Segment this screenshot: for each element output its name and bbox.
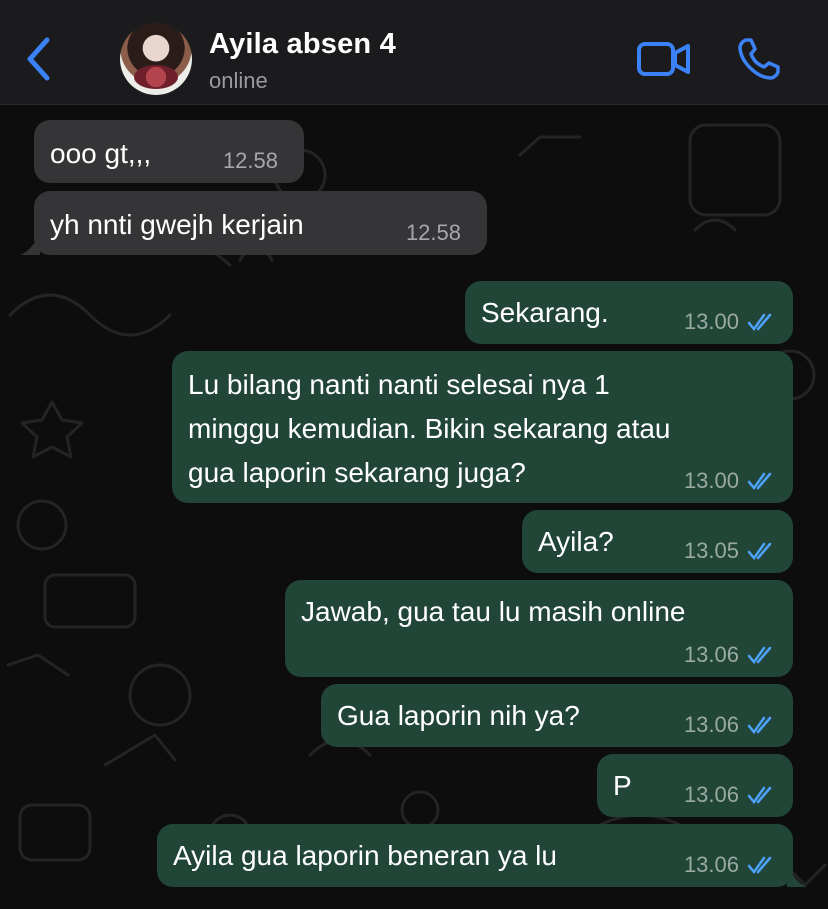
message-list[interactable]: ooo gt,,, 12.58 yh nnti gwejh kerjain 12… bbox=[0, 105, 828, 909]
double-tick-icon bbox=[747, 856, 772, 874]
message-bubble-outgoing[interactable]: Lu bilang nanti nanti selesai nya 1 ming… bbox=[172, 351, 793, 503]
message-time: 13.06 bbox=[683, 852, 739, 877]
contact-avatar[interactable] bbox=[120, 23, 192, 95]
contact-name[interactable]: Ayila absen 4 bbox=[209, 28, 396, 61]
message-bubble-outgoing[interactable]: Sekarang. 13.00 bbox=[465, 281, 793, 344]
bubble-tail-icon bbox=[787, 867, 807, 887]
message-time: 12.58 bbox=[222, 148, 278, 173]
double-tick-icon bbox=[747, 646, 772, 664]
chat-header: Ayila absen 4 online bbox=[0, 0, 828, 105]
double-tick-icon bbox=[747, 542, 772, 560]
message-time: 13.06 bbox=[683, 642, 739, 667]
message-bubble-incoming[interactable]: yh nnti gwejh kerjain 12.58 bbox=[20, 191, 487, 255]
message-time: 13.00 bbox=[683, 309, 739, 334]
double-tick-icon bbox=[747, 786, 772, 804]
message-time: 13.06 bbox=[683, 712, 739, 737]
double-tick-icon bbox=[747, 313, 772, 331]
back-chevron-icon[interactable] bbox=[22, 36, 56, 82]
message-bubble-outgoing[interactable]: Ayila? 13.05 bbox=[522, 510, 793, 573]
message-time: 13.05 bbox=[683, 538, 739, 563]
message-bubble-outgoing[interactable]: Ayila gua laporin beneran ya lu 13.06 bbox=[157, 824, 807, 887]
message-bubble-outgoing[interactable]: P 13.06 bbox=[597, 754, 793, 817]
phone-call-icon[interactable] bbox=[736, 36, 782, 82]
message-text: Jawab, gua tau lu masih online bbox=[301, 596, 686, 627]
message-bubble-incoming[interactable]: ooo gt,,, 12.58 bbox=[34, 120, 304, 183]
contact-status: online bbox=[209, 68, 268, 93]
video-call-icon[interactable] bbox=[636, 36, 692, 82]
double-tick-icon bbox=[747, 716, 772, 734]
message-bubble-outgoing[interactable]: Gua laporin nih ya? 13.06 bbox=[321, 684, 793, 747]
double-tick-icon bbox=[747, 472, 772, 490]
message-time: 13.00 bbox=[683, 468, 739, 493]
message-time: 12.58 bbox=[405, 220, 461, 245]
message-time: 13.06 bbox=[683, 782, 739, 807]
bubble-tail-icon bbox=[20, 235, 40, 255]
message-bubble-outgoing[interactable]: Jawab, gua tau lu masih online 13.06 bbox=[285, 580, 793, 677]
